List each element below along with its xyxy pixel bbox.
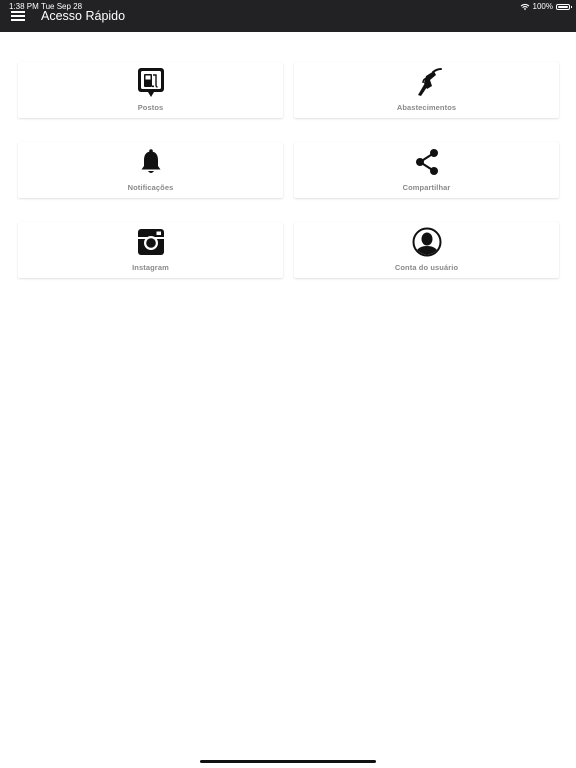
wifi-icon	[520, 0, 530, 16]
menu-button[interactable]	[11, 11, 25, 23]
instagram-icon	[135, 226, 167, 258]
user-account-icon	[411, 226, 443, 258]
home-indicator[interactable]	[200, 760, 376, 763]
card-compartilhar[interactable]: Compartilhar	[294, 142, 559, 198]
card-notificacoes[interactable]: Notificações	[18, 142, 283, 198]
card-abastecimentos[interactable]: Abastecimentos	[294, 62, 559, 118]
menu-icon-line	[11, 11, 25, 13]
battery-percentage: 100%	[532, 2, 553, 11]
status-indicators: 100%	[520, 2, 572, 12]
card-label: Notificações	[127, 183, 174, 192]
fuel-station-pin-icon	[135, 66, 167, 98]
card-postos[interactable]: Postos	[18, 62, 283, 118]
card-instagram[interactable]: Instagram	[18, 222, 283, 278]
share-icon	[411, 146, 443, 178]
top-bar: 1:38 PM Tue Sep 28 100% Acesso Rápido	[0, 0, 576, 32]
card-label: Compartilhar	[402, 183, 451, 192]
card-label: Instagram	[132, 263, 169, 272]
menu-icon-line	[11, 19, 25, 21]
card-label: Postos	[137, 103, 164, 112]
app-screen: 1:38 PM Tue Sep 28 100% Acesso Rápido Po…	[0, 0, 576, 768]
bell-icon	[135, 146, 167, 178]
card-conta-do-usuario[interactable]: Conta do usuário	[294, 222, 559, 278]
card-label: Abastecimentos	[396, 103, 457, 112]
menu-icon-line	[11, 15, 25, 17]
battery-icon	[556, 4, 572, 10]
page-title: Acesso Rápido	[41, 9, 126, 23]
card-label: Conta do usuário	[394, 263, 459, 272]
fuel-nozzle-icon	[411, 66, 443, 98]
